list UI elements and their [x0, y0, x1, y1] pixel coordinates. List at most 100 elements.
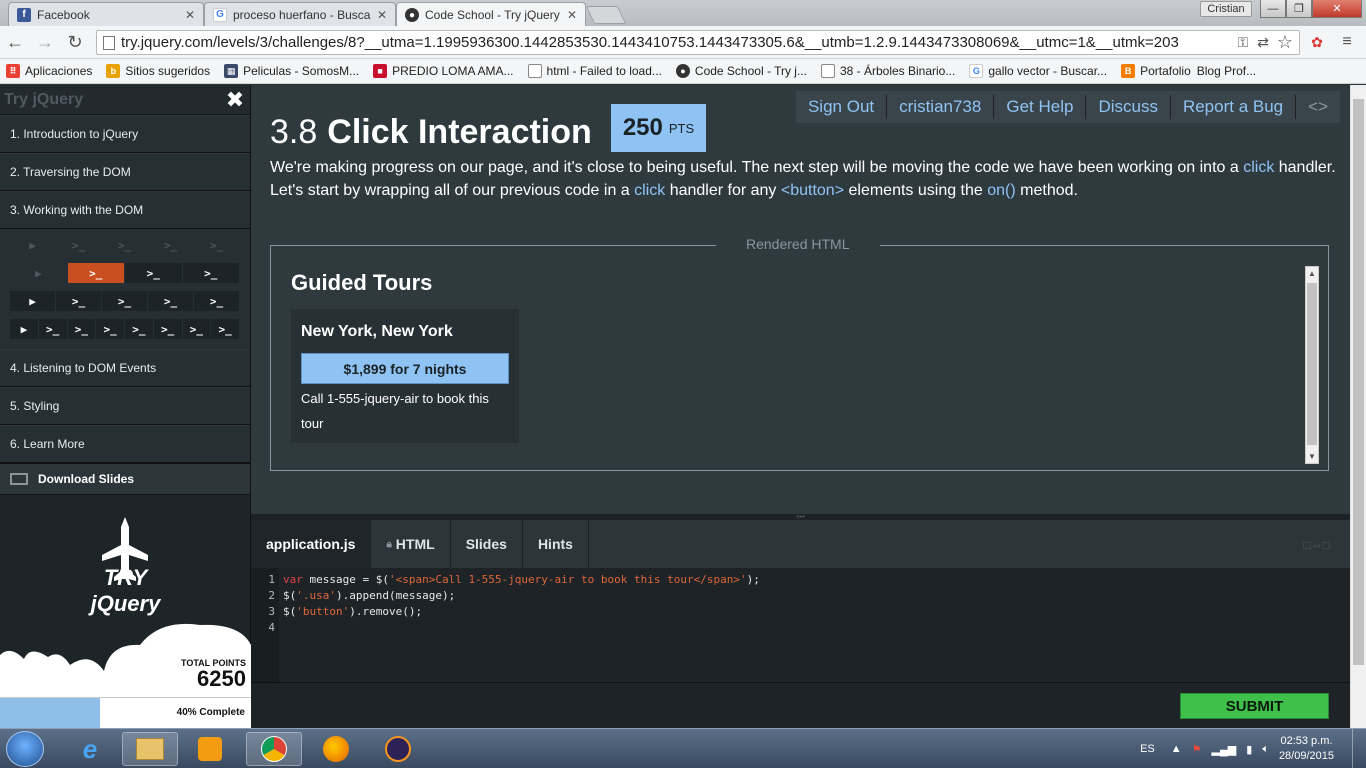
- start-button[interactable]: [6, 731, 44, 767]
- challenge-terminal-icon[interactable]: >_: [182, 319, 211, 339]
- bookmark-peliculas[interactable]: ▦ Peliculas - SomosM...: [224, 64, 359, 78]
- challenge-video-icon[interactable]: ▶: [10, 235, 55, 255]
- challenge-terminal-icon[interactable]: >_: [56, 235, 101, 255]
- tab-slides[interactable]: Slides: [451, 520, 523, 568]
- close-sidebar-icon[interactable]: ✖: [224, 87, 246, 113]
- language-indicator[interactable]: ES: [1140, 743, 1155, 755]
- get-help-link[interactable]: Get Help: [994, 95, 1087, 119]
- download-slides-link[interactable]: Download Slides: [0, 463, 250, 495]
- challenge-video-icon[interactable]: ▶: [10, 291, 55, 311]
- challenge-terminal-icon[interactable]: >_: [148, 291, 193, 311]
- address-bar[interactable]: try.jquery.com/levels/3/challenges/8?__u…: [96, 30, 1300, 55]
- bookmark-gallo[interactable]: Ggallo vector - Buscar...: [969, 64, 1107, 78]
- minimize-button[interactable]: —: [1260, 0, 1286, 18]
- close-tab-icon[interactable]: ✕: [377, 8, 387, 22]
- challenge-terminal-icon[interactable]: >_: [194, 291, 239, 311]
- sidebar-level-2[interactable]: 2. Traversing the DOM: [0, 153, 250, 191]
- show-desktop-button[interactable]: [1352, 729, 1366, 768]
- scroll-up-icon[interactable]: ▲: [1308, 269, 1316, 278]
- scrollbar-thumb[interactable]: [1307, 283, 1317, 445]
- code-lines[interactable]: var message = $('<span>Call 1-555-jquery…: [283, 572, 760, 636]
- tab-google-search[interactable]: G proceso huerfano - Buscar ✕: [204, 2, 396, 26]
- challenge-terminal-icon[interactable]: >_: [102, 291, 147, 311]
- bookmark-blog[interactable]: Blog Prof...: [1197, 64, 1256, 78]
- logo-text: TRY jQuery: [90, 565, 161, 616]
- close-tab-icon[interactable]: ✕: [567, 8, 577, 22]
- challenge-terminal-icon[interactable]: >_: [56, 291, 101, 311]
- battery-icon[interactable]: ▮: [1246, 743, 1252, 756]
- bookmark-apps[interactable]: ⠿ Aplicaciones: [6, 64, 92, 78]
- challenge-terminal-icon[interactable]: >_: [182, 263, 239, 283]
- report-bug-link[interactable]: Report a Bug: [1171, 95, 1297, 119]
- tour-name: New York, New York: [301, 323, 453, 340]
- challenge-terminal-icon[interactable]: >_: [194, 235, 239, 255]
- bookmark-codeschool[interactable]: ● Code School - Try j...: [675, 64, 807, 78]
- code-toggle-icon[interactable]: <>: [1296, 95, 1340, 119]
- challenge-terminal-icon[interactable]: >_: [96, 319, 124, 339]
- tab-application-js[interactable]: application.js: [251, 520, 372, 568]
- challenge-terminal-icon[interactable]: >_: [153, 319, 182, 339]
- codeschool-icon: ●: [405, 8, 419, 22]
- challenge-video-icon[interactable]: ▶: [10, 319, 38, 339]
- internet-explorer-icon[interactable]: e: [62, 732, 118, 766]
- challenge-terminal-icon[interactable]: >_: [102, 235, 147, 255]
- challenge-terminal-icon[interactable]: >_: [148, 235, 193, 255]
- challenge-current-icon[interactable]: >_: [67, 263, 124, 283]
- tour-price-button[interactable]: $1,899 for 7 nights: [301, 353, 509, 384]
- close-tab-icon[interactable]: ✕: [185, 8, 195, 22]
- challenge-terminal-icon[interactable]: >_: [67, 319, 96, 339]
- eclipse-icon[interactable]: [370, 732, 426, 766]
- show-hidden-icons[interactable]: ▲: [1171, 743, 1182, 755]
- extension-icon[interactable]: ✿: [1306, 32, 1328, 52]
- challenge-terminal-icon[interactable]: >_: [211, 319, 239, 339]
- username-link[interactable]: cristian738: [887, 95, 995, 119]
- translate-icon[interactable]: ⇄: [1252, 32, 1274, 52]
- media-player-icon[interactable]: [182, 732, 238, 766]
- clock[interactable]: 02:53 p.m. 28/09/2015: [1279, 734, 1334, 764]
- bookmark-arboles[interactable]: 38 - Árboles Binario...: [820, 64, 955, 78]
- bookmark-predio[interactable]: ■ PREDIO LOMA AMA...: [373, 64, 514, 78]
- firefox-icon[interactable]: [308, 732, 364, 766]
- tab-html[interactable]: 🔒︎ HTML: [371, 520, 451, 568]
- page-scrollbar-thumb[interactable]: [1353, 99, 1364, 665]
- submit-button[interactable]: SUBMIT: [1180, 693, 1329, 719]
- maximize-button[interactable]: ❐: [1286, 0, 1312, 18]
- network-alert-icon[interactable]: ⚑: [1192, 743, 1202, 756]
- sidebar-level-4[interactable]: 4. Listening to DOM Events: [0, 349, 250, 387]
- challenge-video-icon[interactable]: ▶: [10, 263, 67, 283]
- sidebar-level-3[interactable]: 3. Working with the DOM: [0, 191, 250, 229]
- sidebar-level-5[interactable]: 5. Styling: [0, 387, 250, 425]
- discuss-link[interactable]: Discuss: [1086, 95, 1171, 119]
- sidebar-level-6[interactable]: 6. Learn More: [0, 425, 250, 463]
- bookmark-html[interactable]: html - Failed to load...: [527, 64, 662, 78]
- bookmark-suggested[interactable]: b Sitios sugeridos: [106, 64, 210, 78]
- challenge-terminal-icon[interactable]: >_: [125, 319, 153, 339]
- sidebar-level-1[interactable]: 1. Introduction to jQuery: [0, 115, 250, 153]
- code-area[interactable]: 1 2 3 4 var message = $('<span>Call 1-55…: [251, 568, 1350, 682]
- tab-code-school[interactable]: ● Code School - Try jQuery ✕: [396, 2, 586, 27]
- tab-hints[interactable]: Hints: [523, 520, 589, 568]
- browser-toolbar: ← → ↻ try.jquery.com/levels/3/challenges…: [0, 26, 1366, 59]
- profile-button[interactable]: Cristian: [1200, 1, 1252, 17]
- close-window-button[interactable]: ✕: [1312, 0, 1362, 18]
- bookmark-portafolio[interactable]: B Portafolio: [1121, 64, 1191, 78]
- rendered-scrollbar[interactable]: ▲ ▼: [1305, 266, 1319, 464]
- signal-icon[interactable]: ▂▄▆: [1212, 743, 1237, 756]
- menu-icon[interactable]: ≡: [1336, 32, 1358, 52]
- back-button[interactable]: ←: [4, 32, 26, 52]
- page-scrollbar[interactable]: [1350, 85, 1366, 728]
- volume-icon[interactable]: 🔈︎: [1262, 743, 1269, 756]
- forward-button[interactable]: →: [34, 32, 56, 52]
- panel-layout-icon[interactable]: □⇔□: [1304, 538, 1331, 552]
- key-icon[interactable]: ⚿: [1232, 32, 1254, 52]
- star-icon[interactable]: ☆: [1274, 32, 1296, 52]
- tab-facebook[interactable]: f Facebook ✕: [8, 2, 204, 26]
- reload-button[interactable]: ↻: [64, 32, 86, 52]
- challenge-terminal-icon[interactable]: >_: [38, 319, 67, 339]
- sign-out-link[interactable]: Sign Out: [796, 95, 888, 119]
- challenge-terminal-icon[interactable]: >_: [125, 263, 182, 283]
- file-explorer-icon[interactable]: [122, 732, 178, 766]
- new-tab-button[interactable]: [585, 6, 627, 24]
- chrome-icon[interactable]: [246, 732, 302, 766]
- scroll-down-icon[interactable]: ▼: [1308, 452, 1316, 461]
